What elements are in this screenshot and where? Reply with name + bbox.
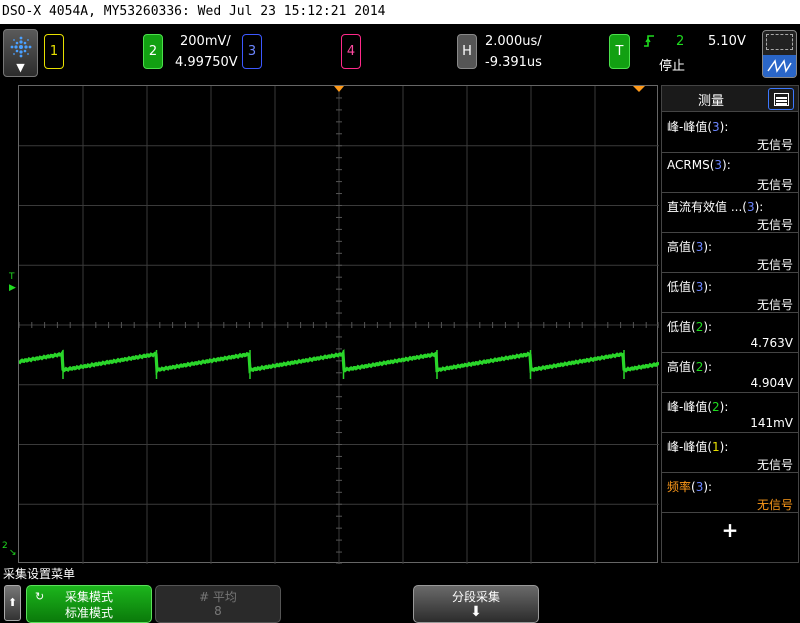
ch2-scale: 200mV/ bbox=[180, 34, 231, 49]
measurement-label: 频率(3): bbox=[667, 480, 713, 494]
measurement-label: 高值(2): bbox=[667, 360, 713, 374]
measurement-name: 峰-峰值 bbox=[667, 440, 708, 454]
measurement-value: 4.763V bbox=[750, 336, 793, 350]
trigger-source: 2 bbox=[676, 34, 685, 49]
measurement-name: 直流有效值 ... bbox=[667, 200, 743, 214]
measurement-value: 无信号 bbox=[756, 458, 793, 472]
measurement-channel: 1 bbox=[712, 440, 720, 454]
averages-softkey[interactable]: # 平均 8 bbox=[155, 585, 281, 623]
channel-3-button[interactable]: 3 bbox=[242, 34, 262, 69]
measurement-label: 峰-峰值(3): bbox=[667, 120, 729, 134]
measurement-name: 高值 bbox=[667, 360, 692, 374]
horizontal-button[interactable]: H bbox=[457, 34, 477, 69]
top-control-strip: ▼ 1 2 200mV/ 4.99750V 3 4 H 2.000us/ -9.… bbox=[0, 24, 800, 82]
measurement-channel: 2 bbox=[712, 400, 720, 414]
list-menu-icon[interactable] bbox=[768, 88, 794, 110]
measurement-row[interactable]: 峰-峰值(1): 无信号 bbox=[662, 433, 798, 473]
measurement-row[interactable]: 高值(3): 无信号 bbox=[662, 233, 798, 273]
averages-label: # 平均 bbox=[199, 590, 237, 604]
trigger-level: 5.10V bbox=[708, 34, 746, 49]
measurement-value: 无信号 bbox=[756, 498, 793, 512]
measurements-header: 测量 bbox=[662, 86, 798, 112]
measurement-row[interactable]: ACRMS(3): 无信号 bbox=[662, 153, 798, 193]
rising-edge-icon bbox=[644, 35, 654, 47]
ramp-wave-icon bbox=[763, 55, 796, 77]
measurement-label: ACRMS(3): bbox=[667, 158, 731, 172]
measurement-label: 高值(3): bbox=[667, 240, 713, 254]
measurement-name: 峰-峰值 bbox=[667, 400, 708, 414]
measurement-row[interactable]: 峰-峰值(3): 无信号 bbox=[662, 113, 798, 153]
segmented-label: 分段采集 bbox=[451, 590, 500, 604]
measurement-name: 高值 bbox=[667, 240, 692, 254]
segmented-softkey[interactable]: 分段采集 ⬇ bbox=[413, 585, 539, 623]
chevron-down-icon: ▼ bbox=[16, 61, 25, 74]
measurement-name: 峰-峰值 bbox=[667, 120, 708, 134]
measurement-label: 峰-峰值(1): bbox=[667, 440, 729, 454]
waveform-graticule bbox=[19, 86, 659, 564]
measurement-row[interactable]: 直流有效值 ...(3): 无信号 bbox=[662, 193, 798, 233]
measurements-panel: 测量 峰-峰值(3): 无信号 ACRMS(3): 无信号 直流有效值 ...(3): 无… bbox=[661, 85, 799, 563]
waveform-display[interactable] bbox=[18, 85, 659, 564]
trigger-time-marker bbox=[334, 86, 344, 92]
measurement-name: ACRMS bbox=[667, 158, 710, 172]
softkey-bar: 采集设置菜单 ⬆ ↻ 采集模式 标准模式 # 平均 8 分段采集 ⬇ bbox=[0, 565, 800, 623]
trigger-button[interactable]: T bbox=[609, 34, 630, 69]
measurement-row[interactable]: 低值(3): 无信号 bbox=[662, 273, 798, 313]
measurement-row[interactable]: 峰-峰值(2): 141mV bbox=[662, 393, 798, 433]
trigger-level-marker: T bbox=[9, 272, 15, 282]
measurement-value: 141mV bbox=[750, 416, 793, 430]
acquire-mode-softkey[interactable]: ↻ 采集模式 标准模式 bbox=[26, 585, 152, 623]
measurement-value: 无信号 bbox=[756, 258, 793, 272]
arrow-down-icon: ⬇ bbox=[470, 604, 482, 620]
measurement-name: 低值 bbox=[667, 280, 692, 294]
ch2-offset: 4.99750V bbox=[175, 55, 238, 70]
measurement-channel: 3 bbox=[746, 200, 755, 214]
menu-title: 采集设置菜单 bbox=[3, 567, 76, 581]
ch2-ground-arrow-icon: ↘ bbox=[9, 548, 17, 558]
measurement-value: 无信号 bbox=[756, 218, 793, 232]
measurement-channel: 3 bbox=[712, 120, 720, 134]
measurement-label: 低值(3): bbox=[667, 280, 713, 294]
delay-value: -9.391us bbox=[485, 55, 542, 70]
measurement-row[interactable]: 频率(3): 无信号 bbox=[662, 473, 798, 513]
measurement-row[interactable]: 高值(2): 4.904V bbox=[662, 353, 798, 393]
acquire-mode-value: 标准模式 bbox=[64, 606, 113, 620]
measurement-label: 直流有效值 ...(3): bbox=[667, 200, 764, 214]
measurements-title: 测量 bbox=[698, 94, 725, 109]
display-mode-button[interactable] bbox=[762, 30, 797, 78]
arrow-up-icon: ⬆ bbox=[7, 596, 18, 609]
acquire-mode-label: 采集模式 bbox=[64, 590, 113, 604]
window-title-bar: DSO-X 4054A, MY53260336: Wed Jul 23 15:1… bbox=[0, 0, 800, 24]
delay-marker bbox=[633, 86, 645, 92]
measurement-row[interactable]: 低值(2): 4.763V bbox=[662, 313, 798, 353]
measurement-label: 低值(2): bbox=[667, 320, 713, 334]
measurement-name: 频率 bbox=[667, 480, 692, 494]
measurement-value: 无信号 bbox=[756, 298, 793, 312]
measurement-label: 峰-峰值(2): bbox=[667, 400, 729, 414]
channel-4-button[interactable]: 4 bbox=[341, 34, 361, 69]
measurement-channel: 3 bbox=[714, 158, 723, 172]
keysight-logo-icon bbox=[10, 36, 32, 58]
measurement-value: 4.904V bbox=[750, 376, 793, 390]
timebase-value: 2.000us/ bbox=[485, 34, 542, 49]
zoom-box-icon bbox=[766, 34, 793, 50]
run-status: 停止 bbox=[659, 59, 686, 74]
trigger-level-arrow-icon: ▶ bbox=[9, 283, 16, 293]
menu-back-button[interactable]: ⬆ bbox=[4, 585, 21, 621]
channel-1-button[interactable]: 1 bbox=[44, 34, 64, 69]
channel-2-button[interactable]: 2 bbox=[143, 34, 163, 69]
averages-value: 8 bbox=[214, 604, 222, 618]
ch2-ground-marker: 2 bbox=[2, 541, 8, 551]
measurement-value: 无信号 bbox=[756, 138, 793, 152]
keysight-menu-button[interactable]: ▼ bbox=[3, 29, 38, 77]
measurement-name: 低值 bbox=[667, 320, 692, 334]
measurement-value: 无信号 bbox=[756, 178, 793, 192]
add-measurement-button[interactable]: + bbox=[662, 518, 798, 542]
